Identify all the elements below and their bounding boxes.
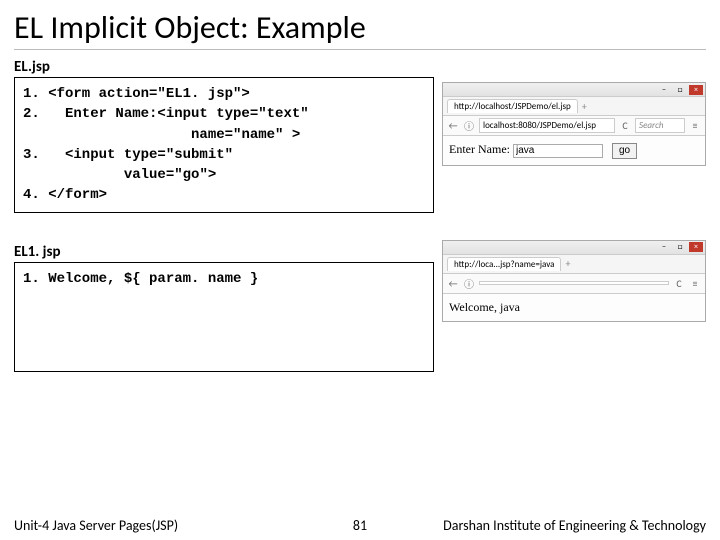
new-tab-icon[interactable]: +: [565, 257, 570, 270]
slide-footer: Unit-4 Java Server Pages(JSP) 81 Darshan…: [14, 517, 706, 534]
close-button[interactable]: ×: [689, 85, 703, 95]
footer-unit: Unit-4 Java Server Pages(JSP): [14, 517, 330, 534]
menu-icon[interactable]: ≡: [689, 277, 701, 290]
browser-mock-2: − □ × http://loca...jsp?name=java + ← ⓘ …: [442, 240, 706, 322]
file1-code: 1. <form action="EL1. jsp"> 2. Enter Nam…: [14, 77, 434, 213]
file2-label: EL1. jsp: [14, 243, 434, 261]
menu-icon[interactable]: ≡: [689, 119, 701, 132]
browser1-address[interactable]: localhost:8080/JSPDemo/el.jsp: [479, 118, 615, 133]
file1-label: EL.jsp: [14, 58, 434, 76]
go-button[interactable]: [612, 143, 637, 159]
browser2-body: Welcome, java: [443, 294, 705, 321]
reload-icon[interactable]: C: [619, 119, 631, 132]
new-tab-icon[interactable]: +: [582, 100, 587, 113]
title-underline: [14, 49, 706, 50]
maximize-button[interactable]: □: [673, 85, 687, 95]
file2-code: 1. Welcome, ${ param. name }: [14, 262, 434, 372]
browser1-urlbar: ← ⓘ localhost:8080/JSPDemo/el.jsp C Sear…: [443, 116, 705, 136]
minimize-button[interactable]: −: [657, 242, 671, 252]
form-label: Enter Name:: [449, 142, 510, 156]
reload-icon[interactable]: C: [673, 277, 685, 290]
welcome-text: Welcome, java: [449, 300, 520, 314]
globe-icon: ⓘ: [463, 276, 475, 291]
browser1-tabbar: http://localhost/JSPDemo/el.jsp +: [443, 97, 705, 116]
footer-page: 81: [330, 517, 390, 534]
maximize-button[interactable]: □: [673, 242, 687, 252]
browser1-titlebar: − □ ×: [443, 83, 705, 97]
browser2-tabbar: http://loca...jsp?name=java +: [443, 255, 705, 274]
right-column: − □ × http://localhost/JSPDemo/el.jsp + …: [442, 56, 706, 372]
browser1-body: Enter Name:: [443, 136, 705, 165]
minimize-button[interactable]: −: [657, 85, 671, 95]
globe-icon: ⓘ: [463, 118, 475, 133]
browser2-address[interactable]: [479, 281, 669, 285]
browser-mock-1: − □ × http://localhost/JSPDemo/el.jsp + …: [442, 82, 706, 166]
footer-org: Darshan Institute of Engineering & Techn…: [390, 517, 706, 534]
browser2-urlbar: ← ⓘ C ≡: [443, 274, 705, 294]
content-area: EL.jsp 1. <form action="EL1. jsp"> 2. En…: [0, 56, 720, 372]
close-button[interactable]: ×: [689, 242, 703, 252]
browser1-tab[interactable]: http://localhost/JSPDemo/el.jsp: [447, 99, 578, 113]
nav-back-icon[interactable]: ←: [447, 277, 459, 290]
slide-title: EL Implicit Object: Example: [0, 0, 720, 49]
browser2-titlebar: − □ ×: [443, 241, 705, 255]
left-column: EL.jsp 1. <form action="EL1. jsp"> 2. En…: [14, 56, 434, 372]
name-input[interactable]: [513, 144, 603, 158]
nav-back-icon[interactable]: ←: [447, 119, 459, 132]
browser1-search[interactable]: Search: [635, 118, 685, 133]
browser2-tab[interactable]: http://loca...jsp?name=java: [447, 257, 561, 271]
